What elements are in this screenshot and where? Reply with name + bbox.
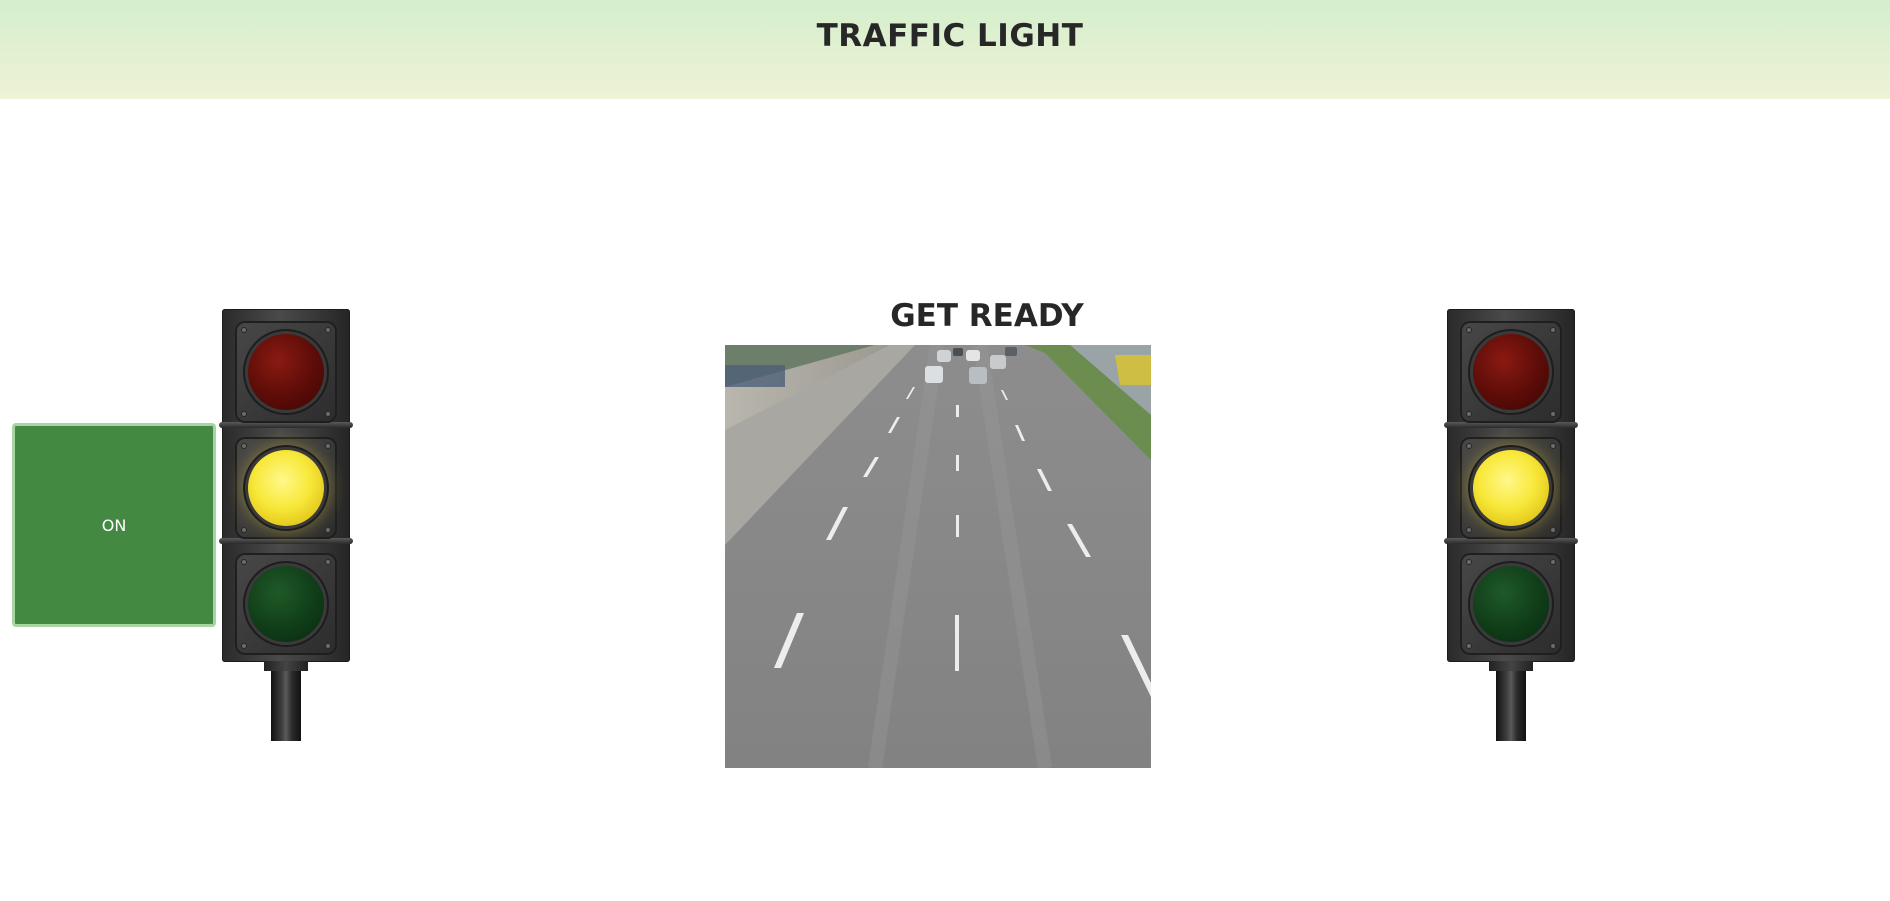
- red-lamp-cell: [1460, 321, 1562, 423]
- traffic-light-left: [219, 307, 353, 743]
- red-lamp: [1473, 334, 1549, 410]
- green-lamp-cell: [235, 553, 337, 655]
- green-lamp: [1473, 566, 1549, 642]
- red-lamp: [248, 334, 324, 410]
- status-message: GET READY: [890, 298, 1084, 334]
- yellow-lamp: [1473, 450, 1549, 526]
- yellow-lamp: [248, 450, 324, 526]
- red-lamp-cell: [235, 321, 337, 423]
- road-image: [725, 345, 1151, 768]
- traffic-light-pole: [271, 671, 301, 741]
- yellow-lamp-cell: [1460, 437, 1562, 539]
- power-button[interactable]: ON: [12, 423, 216, 627]
- green-lamp-cell: [1460, 553, 1562, 655]
- traffic-light-pole: [1496, 671, 1526, 741]
- traffic-light-right: [1444, 307, 1578, 743]
- green-lamp: [248, 566, 324, 642]
- yellow-lamp-cell: [235, 437, 337, 539]
- page-title: TRAFFIC LIGHT: [816, 18, 1084, 54]
- header-bar: TRAFFIC LIGHT: [0, 0, 1890, 99]
